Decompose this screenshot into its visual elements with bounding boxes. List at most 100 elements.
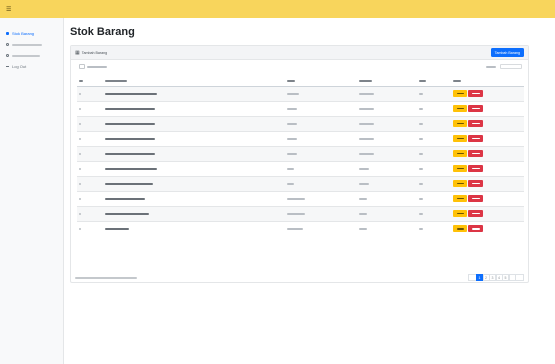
edit-button[interactable] [453,210,467,217]
item-stock [417,160,451,176]
item-brand [285,100,357,116]
item-name [103,115,285,131]
item-brand [285,85,357,101]
item-stock [417,100,451,116]
item-stock [417,220,451,236]
table-icon: ▦ [75,49,80,56]
sidebar-item-label: Log Out [12,64,27,69]
item-stock [417,175,451,191]
item-stock [417,190,451,206]
item-description [357,145,417,161]
add-item-button[interactable]: Tambah Barang [490,48,524,57]
table-row [77,100,524,116]
row-number [77,145,103,161]
delete-button[interactable] [468,165,483,172]
row-number [77,175,103,191]
delete-button[interactable] [468,105,483,112]
menu-icon[interactable]: ☰ [6,6,11,13]
item-brand [285,175,357,191]
item-description [357,205,417,221]
item-stock [417,205,451,221]
sidebar-item-label [12,54,40,57]
table-row [77,205,524,221]
edit-button[interactable] [453,105,467,112]
column-header[interactable] [103,77,285,87]
sidebar-item-stok-barang[interactable]: Stok Barang [0,28,63,39]
item-name [103,190,285,206]
edit-button[interactable] [453,225,467,233]
entries-control [79,64,107,69]
table-row [77,85,524,101]
card-header-title: Tambah Barang [81,50,108,55]
delete-button[interactable] [468,195,483,202]
entries-select[interactable] [79,64,85,69]
item-name [103,145,285,161]
table-row [77,160,524,176]
search-input[interactable] [500,64,522,69]
column-header[interactable] [77,77,103,87]
entries-suffix [87,65,107,68]
delete-button[interactable] [468,150,483,157]
item-stock [417,145,451,161]
delete-button[interactable] [468,225,483,233]
item-brand [285,205,357,221]
page-title: Stok Barang [70,26,135,38]
top-navbar: ☰ [0,0,555,18]
pagination-next[interactable] [515,274,524,281]
edit-button[interactable] [453,135,467,142]
row-actions [451,85,524,101]
row-number [77,100,103,116]
row-number [77,130,103,146]
item-stock [417,115,451,131]
row-actions [451,100,524,116]
sidebar-item-label: Stok Barang [12,31,35,36]
item-description [357,130,417,146]
item-description [357,220,417,236]
card-header: ▦ Tambah Barang Tambah Barang [71,46,528,60]
edit-button[interactable] [453,165,467,172]
sidebar-item-2[interactable] [0,39,63,50]
column-header[interactable] [285,77,357,87]
logout-icon [6,66,9,67]
sidebar-item-log-out[interactable]: Log Out [0,61,63,72]
edit-button[interactable] [453,180,467,187]
stock-table [77,77,524,236]
delete-button[interactable] [468,120,483,127]
item-brand [285,220,357,236]
delete-button[interactable] [468,210,483,217]
row-number [77,220,103,236]
table-row [77,115,524,131]
item-description [357,175,417,191]
row-actions [451,115,524,131]
delete-button[interactable] [468,135,483,142]
row-actions [451,160,524,176]
item-brand [285,190,357,206]
table-row [77,220,524,236]
column-header[interactable] [451,77,524,87]
item-stock [417,85,451,101]
column-header[interactable] [417,77,451,87]
item-stock [417,130,451,146]
row-actions [451,190,524,206]
delete-button[interactable] [468,90,483,97]
row-number [77,160,103,176]
edit-button[interactable] [453,150,467,157]
delete-button[interactable] [468,180,483,187]
item-brand [285,130,357,146]
item-brand [285,145,357,161]
row-number [77,115,103,131]
row-actions [451,205,524,221]
item-description [357,115,417,131]
edit-button[interactable] [453,90,467,97]
pagination: 1 2 3 4 5 [467,274,524,281]
sidebar-item-3[interactable] [0,50,63,61]
item-description [357,190,417,206]
table-row [77,130,524,146]
item-description [357,85,417,101]
column-header[interactable] [357,77,417,87]
row-number [77,190,103,206]
table-header-row [77,77,524,87]
table-info [75,277,137,279]
edit-button[interactable] [453,195,467,202]
edit-button[interactable] [453,120,467,127]
